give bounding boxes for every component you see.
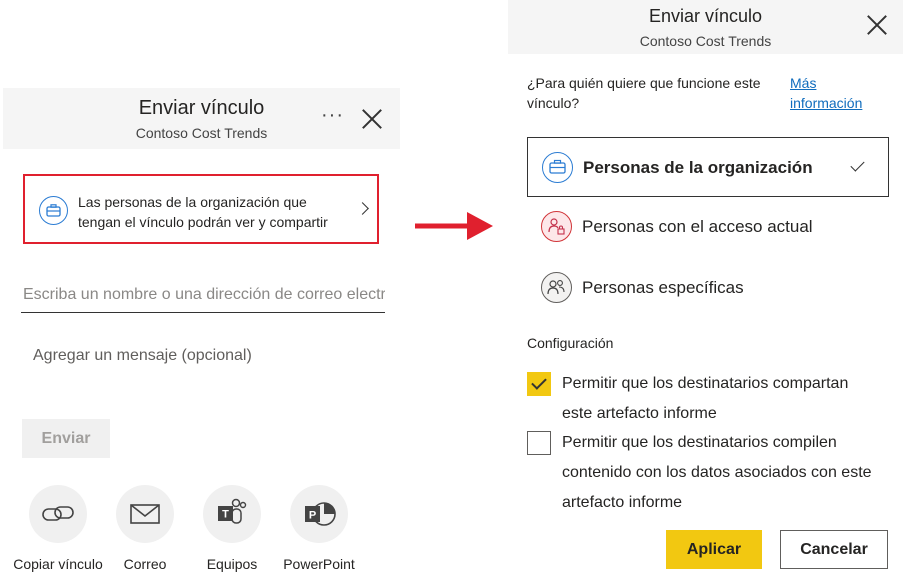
right-dialog-header: Enviar vínculo Contoso Cost Trends	[508, 0, 903, 54]
left-dialog: Enviar vínculo Contoso Cost Trends ··· L…	[3, 88, 400, 588]
briefcase-icon	[542, 152, 573, 183]
share-label: Equipos	[206, 556, 258, 572]
settings-heading: Configuración	[527, 335, 614, 351]
link-access-summary: Las personas de la organización que teng…	[78, 194, 328, 230]
share-mail[interactable]: Correo	[97, 485, 193, 572]
people-lock-icon	[541, 211, 572, 242]
right-dialog: Enviar vínculo Contoso Cost Trends ¿Para…	[508, 0, 903, 588]
apply-button[interactable]: Aplicar	[666, 530, 762, 569]
cancel-button[interactable]: Cancelar	[780, 530, 888, 569]
share-powerpoint[interactable]: P PowerPoint	[271, 485, 367, 572]
close-icon[interactable]	[864, 12, 890, 38]
audience-question: ¿Para quién quiere que funcione este vín…	[527, 75, 761, 111]
svg-text:T: T	[222, 509, 229, 521]
link-icon	[29, 485, 87, 543]
arrow-right-icon	[413, 208, 495, 247]
allow-reshare-label: Permitir que los destinatarios compartan…	[562, 375, 849, 422]
email-field[interactable]	[21, 278, 385, 313]
left-dialog-subtitle: Contoso Cost Trends	[135, 125, 268, 141]
allow-reshare-checkbox[interactable]	[527, 372, 551, 396]
powerpoint-icon: P	[290, 485, 348, 543]
option-label: Personas específicas	[582, 278, 744, 297]
people-icon	[541, 272, 572, 303]
share-teams[interactable]: T Equipos	[184, 485, 280, 572]
close-icon[interactable]	[359, 106, 385, 132]
share-label: Correo	[123, 556, 167, 572]
option-existing-access[interactable]: Personas con el acceso actual	[527, 197, 889, 257]
share-label: Copiar vínculo	[13, 556, 103, 572]
right-dialog-subtitle: Contoso Cost Trends	[639, 33, 772, 49]
chevron-right-icon	[356, 202, 369, 215]
link-access-selector[interactable]: Las personas de la organización que teng…	[23, 174, 379, 244]
allow-build-checkbox[interactable]	[527, 431, 551, 455]
message-field[interactable]	[31, 341, 385, 371]
allow-build-label: Permitir que los destinatarios compilen …	[562, 434, 872, 511]
option-organization[interactable]: Personas de la organización	[527, 137, 889, 197]
left-dialog-header: Enviar vínculo Contoso Cost Trends ···	[3, 88, 400, 149]
option-specific-people[interactable]: Personas específicas	[527, 258, 889, 318]
send-button[interactable]: Enviar	[22, 419, 110, 458]
more-options-button[interactable]: ···	[321, 104, 344, 127]
teams-icon: T	[203, 485, 261, 543]
checkmark-icon	[850, 157, 865, 172]
svg-text:P: P	[309, 510, 316, 522]
share-label: PowerPoint	[283, 556, 355, 572]
more-info-link[interactable]: Más información	[790, 73, 890, 113]
mail-icon	[116, 485, 174, 543]
right-dialog-title: Enviar vínculo	[648, 6, 763, 26]
briefcase-icon	[39, 196, 68, 225]
share-copy-link[interactable]: Copiar vínculo	[10, 485, 106, 572]
option-label: Personas de la organización	[583, 158, 813, 177]
option-label: Personas con el acceso actual	[582, 217, 813, 236]
